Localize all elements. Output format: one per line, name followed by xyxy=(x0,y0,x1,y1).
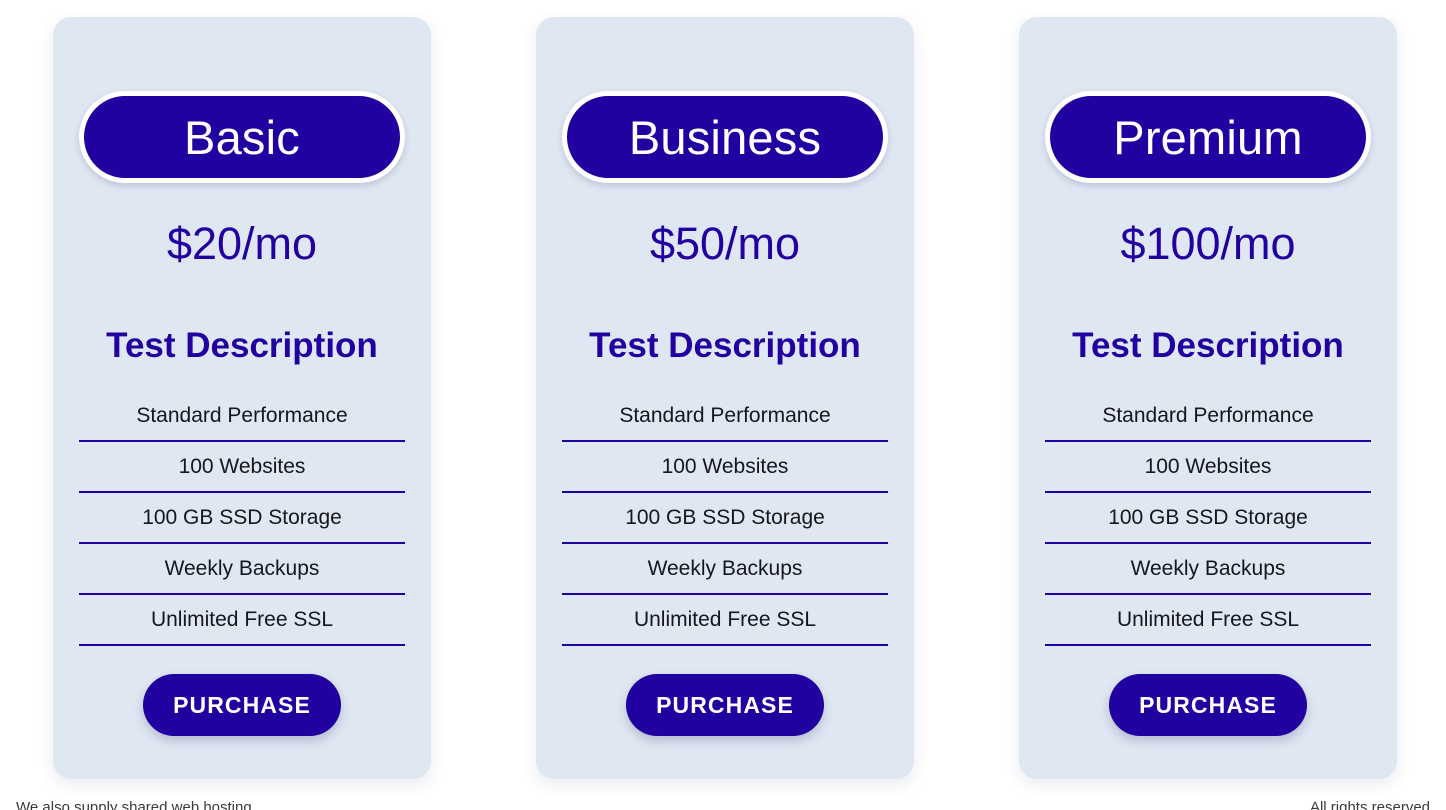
feature-item: 100 Websites xyxy=(79,442,405,493)
plan-price: $20/mo xyxy=(166,218,318,269)
pricing-plans-container: Basic $20/mo Test Description Standard P… xyxy=(53,17,1397,779)
plan-description: Test Description xyxy=(106,326,378,365)
feature-item: Unlimited Free SSL xyxy=(1045,595,1371,646)
plan-name-label: Business xyxy=(628,110,822,164)
plan-feature-list: Standard Performance 100 Websites 100 GB… xyxy=(79,391,405,646)
plan-header-business: Business xyxy=(562,91,888,183)
plan-card-business: Business $50/mo Test Description Standar… xyxy=(536,17,914,779)
feature-item: 100 Websites xyxy=(562,442,888,493)
plan-price: $100/mo xyxy=(1120,218,1296,269)
feature-item: Weekly Backups xyxy=(1045,544,1371,595)
plan-feature-list: Standard Performance 100 Websites 100 GB… xyxy=(562,391,888,646)
feature-item: Standard Performance xyxy=(1045,391,1371,442)
plan-card-basic: Basic $20/mo Test Description Standard P… xyxy=(53,17,431,779)
feature-item: Standard Performance xyxy=(79,391,405,442)
plan-card-premium: Premium $100/mo Test Description Standar… xyxy=(1019,17,1397,779)
feature-item: 100 GB SSD Storage xyxy=(79,493,405,544)
footer-right-text: All rights reserved xyxy=(1309,800,1430,810)
plan-name-label: Premium xyxy=(1113,110,1303,164)
plan-feature-list: Standard Performance 100 Websites 100 GB… xyxy=(1045,391,1371,646)
feature-item: Unlimited Free SSL xyxy=(79,595,405,646)
page-footer: We also supply shared web hosting All ri… xyxy=(0,800,1446,810)
feature-item: 100 GB SSD Storage xyxy=(562,493,888,544)
plan-header-premium: Premium xyxy=(1045,91,1371,183)
feature-item: Weekly Backups xyxy=(562,544,888,595)
feature-item: Standard Performance xyxy=(562,391,888,442)
purchase-button-premium[interactable]: PURCHASE xyxy=(1109,674,1307,736)
plan-description: Test Description xyxy=(1072,326,1344,365)
purchase-button-basic[interactable]: PURCHASE xyxy=(143,674,341,736)
plan-name-label: Basic xyxy=(184,110,300,164)
plan-price: $50/mo xyxy=(649,218,801,269)
feature-item: 100 Websites xyxy=(1045,442,1371,493)
footer-left-text: We also supply shared web hosting xyxy=(16,800,252,810)
feature-item: Unlimited Free SSL xyxy=(562,595,888,646)
plan-header-basic: Basic xyxy=(79,91,405,183)
feature-item: Weekly Backups xyxy=(79,544,405,595)
feature-item: 100 GB SSD Storage xyxy=(1045,493,1371,544)
purchase-button-business[interactable]: PURCHASE xyxy=(626,674,824,736)
plan-description: Test Description xyxy=(589,326,861,365)
